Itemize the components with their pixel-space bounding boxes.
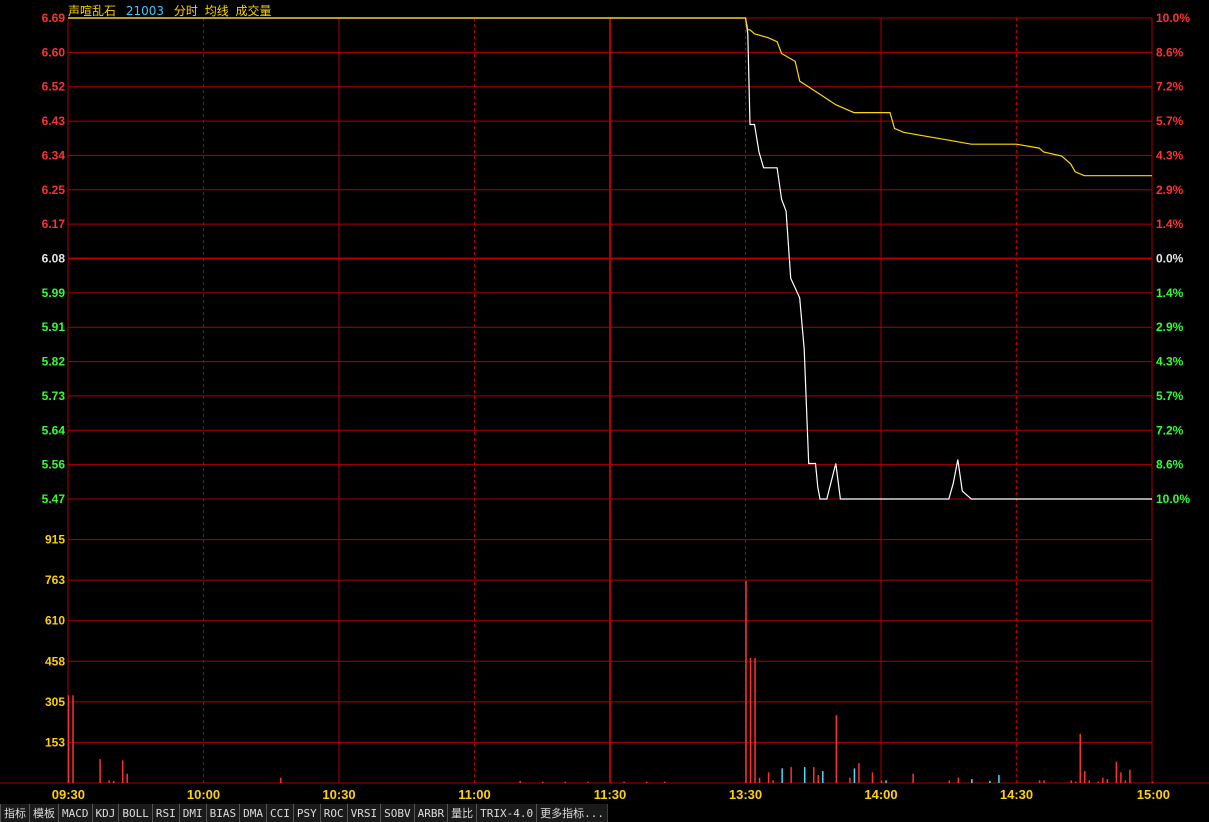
indicator-tab[interactable]: SOBV — [381, 804, 415, 822]
volume-tick-label: 458 — [45, 654, 65, 668]
time-label: 15:00 — [1137, 787, 1170, 802]
indicator-tab[interactable]: BOLL — [119, 804, 153, 822]
indicator-tab[interactable]: BIAS — [206, 804, 241, 822]
time-label: 11:00 — [458, 787, 491, 802]
pct-tick-label: 1.4% — [1156, 217, 1184, 231]
time-label: 10:30 — [322, 787, 355, 802]
pct-tick-label: 10.0% — [1156, 492, 1190, 506]
indicator-tab[interactable]: CCI — [267, 804, 294, 822]
price-tick-label: 5.82 — [42, 355, 66, 369]
avg-line-label: 均线 — [204, 4, 229, 18]
indicator-tab[interactable]: DMI — [179, 804, 207, 822]
price-tick-label: 6.69 — [42, 11, 66, 25]
pct-tick-label: 2.9% — [1156, 183, 1184, 197]
pct-tick-label: 7.2% — [1156, 423, 1184, 437]
chart-title: 声喧乱石 21003 分时 均线 成交量 — [68, 2, 278, 19]
price-tick-label: 6.60 — [42, 45, 66, 59]
indicator-tab[interactable]: 更多指标... — [537, 804, 608, 822]
price-tick-label: 5.47 — [42, 492, 66, 506]
pct-tick-label: 5.7% — [1156, 114, 1184, 128]
time-label: 10:00 — [187, 787, 220, 802]
volume-tick-label: 915 — [45, 533, 65, 547]
indicator-tab[interactable]: PSY — [293, 804, 321, 822]
time-label: 14:30 — [1000, 787, 1033, 802]
price-tick-label: 6.34 — [42, 148, 66, 162]
pct-tick-label: 0.0% — [1156, 252, 1184, 266]
price-tick-label: 5.64 — [42, 423, 66, 437]
price-tick-label: 5.91 — [42, 320, 66, 334]
pct-tick-label: 5.7% — [1156, 389, 1184, 403]
indicator-tab[interactable]: DMA — [240, 804, 267, 822]
indicator-tab[interactable]: MACD — [59, 804, 93, 822]
pct-tick-label: 7.2% — [1156, 80, 1184, 94]
price-tick-label: 5.73 — [42, 389, 66, 403]
price-tick-label: 6.17 — [42, 217, 66, 231]
indicator-tab[interactable]: ARBR — [414, 804, 449, 822]
time-label: 13:30 — [729, 787, 762, 802]
indicator-tab-bar: 指标 模板 MACD KDJ BOLL RSI DMI BIAS DMA CCI PSY ROC VRS… — [0, 804, 1209, 822]
timeshare-label: 分时 — [173, 4, 198, 18]
volume-tick-label: 610 — [45, 614, 65, 628]
time-label: 09:30 — [52, 787, 85, 802]
indicator-tab[interactable]: RSI — [152, 804, 180, 822]
volume-tick-label: 305 — [45, 695, 65, 709]
price-tick-label: 6.43 — [42, 114, 66, 128]
stock-name: 声喧乱石 — [68, 4, 117, 18]
pct-tick-label: 1.4% — [1156, 286, 1184, 300]
pct-tick-label: 8.6% — [1156, 458, 1184, 472]
price-tick-label: 6.25 — [42, 183, 66, 197]
indicator-tab[interactable]: 模板 — [30, 804, 59, 822]
indicator-tab[interactable]: TRIX-4.0 — [477, 804, 538, 822]
price-tick-label: 5.99 — [42, 286, 66, 300]
pct-tick-label: 8.6% — [1156, 45, 1184, 59]
time-label: 11:30 — [594, 787, 627, 802]
indicator-tab[interactable]: 量比 — [448, 804, 478, 822]
volume-tick-label: 763 — [45, 573, 65, 587]
pct-tick-label: 4.3% — [1156, 148, 1184, 162]
indicator-tab[interactable]: 指标 — [0, 804, 30, 822]
price-tick-label: 6.52 — [42, 80, 66, 94]
pct-tick-label: 10.0% — [1156, 11, 1190, 25]
indicator-tab[interactable]: VRSI — [347, 804, 382, 822]
price-tick-label: 5.56 — [42, 458, 66, 472]
pct-tick-label: 4.3% — [1156, 355, 1184, 369]
time-label: 14:00 — [864, 787, 897, 802]
pct-tick-label: 2.9% — [1156, 320, 1184, 334]
indicator-tab[interactable]: KDJ — [92, 804, 120, 822]
volume-label: 成交量 — [235, 4, 272, 18]
indicator-tab[interactable]: ROC — [320, 804, 348, 822]
price-tick-label: 6.08 — [42, 252, 66, 266]
volume-tick-label: 153 — [45, 735, 65, 749]
intraday-chart[interactable]: 6.69 10.0% 6.60 8.6% 6.52 7.2% 6.43 5.7% 6.34 4.3… — [0, 0, 1209, 804]
stock-code: 21003 — [125, 4, 165, 18]
